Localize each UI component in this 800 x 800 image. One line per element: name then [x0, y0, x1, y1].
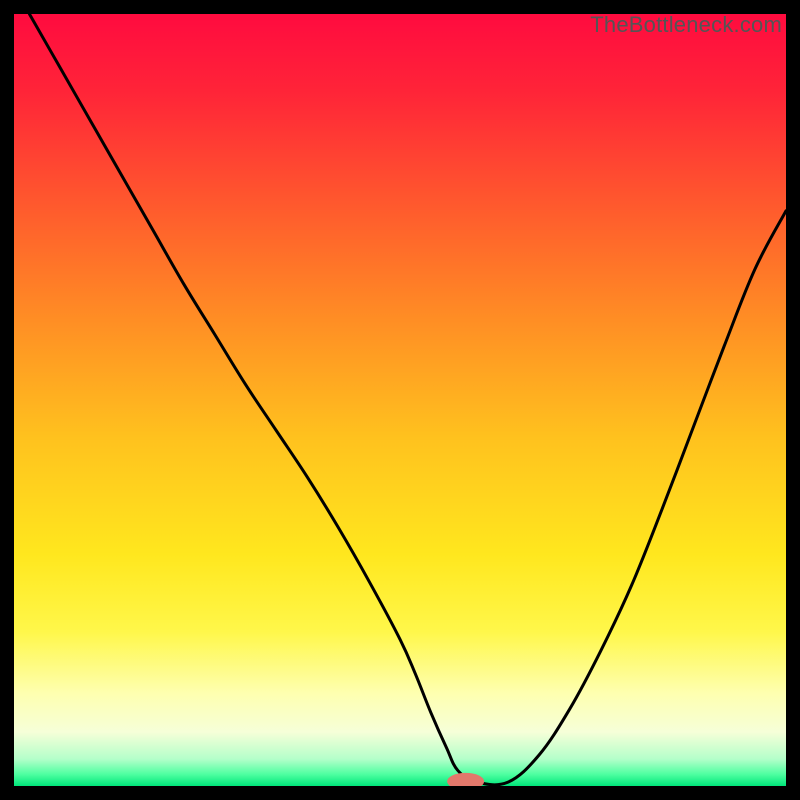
- gradient-background: [14, 14, 786, 786]
- watermark-text: TheBottleneck.com: [590, 12, 782, 38]
- bottleneck-chart: [14, 14, 786, 786]
- chart-frame: TheBottleneck.com: [14, 14, 786, 786]
